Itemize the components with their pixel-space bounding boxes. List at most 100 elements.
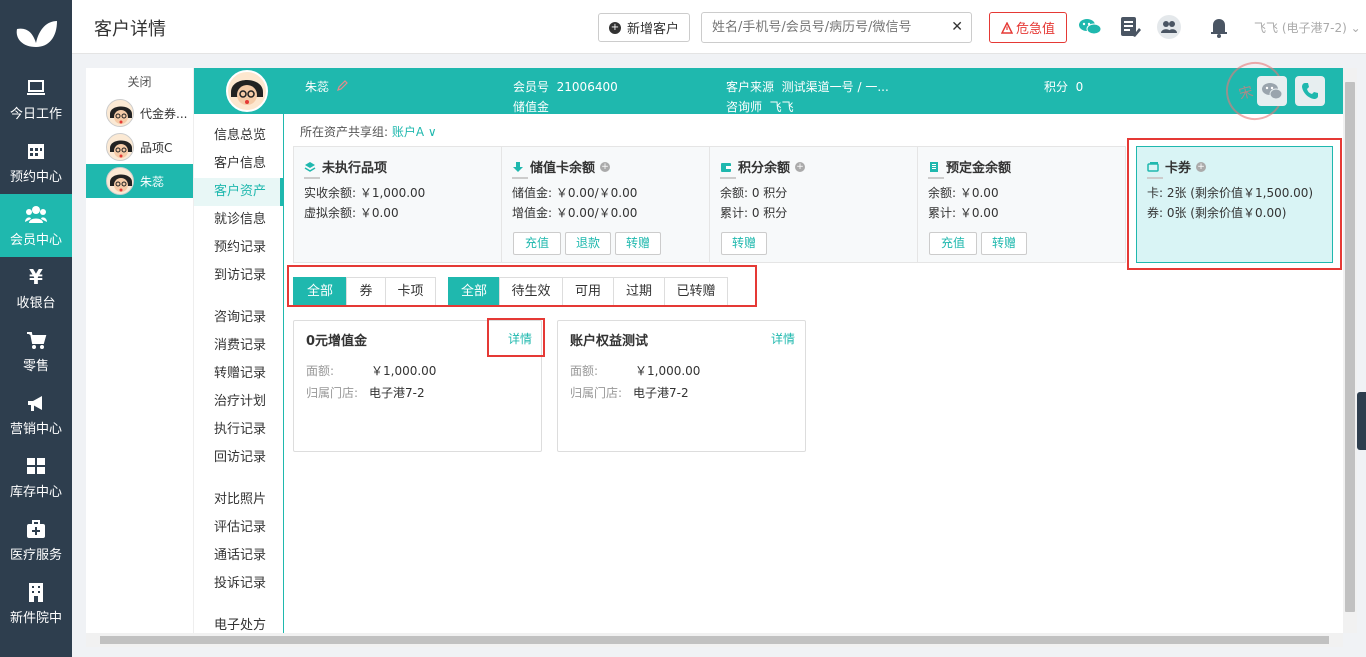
menu-item[interactable]: 投诉记录 xyxy=(194,570,283,598)
logo xyxy=(0,0,72,68)
customer-tab[interactable]: 品项C xyxy=(86,130,193,164)
refund-button[interactable]: 退款 xyxy=(565,232,611,255)
nav-cashier[interactable]: ¥ 收银台 xyxy=(0,257,72,320)
add-icon[interactable]: + xyxy=(600,161,611,172)
search-input[interactable] xyxy=(702,13,937,42)
nav-label: 库存中心 xyxy=(9,485,62,500)
customer-name: 朱蕊 xyxy=(305,80,330,94)
nav-appointment[interactable]: 预约中心 xyxy=(0,131,72,194)
nav-medical[interactable]: 医疗服务 xyxy=(0,509,72,572)
highlight-box xyxy=(287,265,757,307)
nav-today-work[interactable]: 今日工作 xyxy=(0,68,72,131)
customer-tab-label: 朱蕊 xyxy=(140,174,165,189)
recharge-button[interactable]: 充值 xyxy=(513,232,561,255)
title-underline xyxy=(304,177,320,179)
wechat-icon[interactable] xyxy=(1077,14,1103,40)
nav-inventory[interactable]: 库存中心 xyxy=(0,446,72,509)
card-line: 虚拟余额: ￥0.00 xyxy=(304,206,399,220)
menu-item[interactable]: 对比照片 xyxy=(194,486,283,514)
scroll-thumb[interactable] xyxy=(1345,82,1355,612)
warning-icon xyxy=(1000,21,1013,34)
card-line: 余额: ￥0.00 xyxy=(928,186,999,200)
points-value: 0 xyxy=(1075,80,1084,94)
transfer-button[interactable]: 转赠 xyxy=(981,232,1027,255)
scroll-thumb[interactable] xyxy=(100,636,1329,644)
menu-item[interactable]: 预约记录 xyxy=(194,234,283,262)
chevron-down-icon: ⌄ xyxy=(1350,21,1361,35)
nav-marketing[interactable]: 营销中心 xyxy=(0,383,72,446)
nav-label: 新件院中 xyxy=(9,611,62,626)
customer-tabs: 关闭 代金券... 品项C 朱蕊 xyxy=(86,68,194,633)
title-underline xyxy=(512,177,528,179)
laptop-icon xyxy=(27,80,45,95)
bell-icon[interactable] xyxy=(1206,14,1232,40)
card-line: 增值金: ￥0.00/￥0.00 xyxy=(512,206,638,220)
wallet-icon xyxy=(721,162,731,172)
avatar xyxy=(106,167,134,195)
title-underline xyxy=(928,177,944,179)
highlight-box xyxy=(1127,138,1342,270)
menu-item[interactable]: 转赠记录 xyxy=(194,360,283,388)
left-nav: 今日工作 预约中心 会员中心 ¥ 收银台 零售 营销中心 库存中心 医疗服务 新… xyxy=(0,0,72,657)
medkit-icon xyxy=(27,520,45,538)
menu-item[interactable]: 信息总览 xyxy=(194,122,283,150)
phone-button[interactable] xyxy=(1295,76,1325,106)
menu-item[interactable]: 就诊信息 xyxy=(194,206,283,234)
danger-value-button[interactable]: 危急值 xyxy=(989,12,1067,43)
new-customer-button[interactable]: + 新增客户 xyxy=(598,13,690,42)
plus-icon: + xyxy=(608,21,621,34)
menu-item[interactable]: 治疗计划 xyxy=(194,388,283,416)
edit-icon[interactable] xyxy=(337,80,348,91)
side-panel-handle[interactable] xyxy=(1357,392,1366,450)
detail-menu: 信息总览 客户信息 客户资产 就诊信息 预约记录 到访记录 咨询记录 消费记录 … xyxy=(194,114,284,633)
customer-banner: 朱蕊 会员号 21006400 储值金 客户来源 测试渠道一号 / 一... 咨… xyxy=(194,55,1343,127)
cart-icon xyxy=(27,332,47,349)
customer-tab[interactable]: 代金券... xyxy=(86,96,193,130)
horizontal-scrollbar[interactable] xyxy=(86,633,1343,647)
menu-item[interactable]: 执行记录 xyxy=(194,416,283,444)
menu-item[interactable]: 评估记录 xyxy=(194,514,283,542)
menu-item-active[interactable]: 客户资产 xyxy=(194,178,283,206)
voucher-card: 账户权益测试 详情 面额: ￥1,000.00 归属门店: 电子港7-2 xyxy=(557,320,806,452)
nav-member-center[interactable]: 会员中心 xyxy=(0,194,72,257)
voucher-detail-link[interactable]: 详情 xyxy=(771,330,795,347)
new-customer-label: 新增客户 xyxy=(626,22,679,37)
wechat-button[interactable] xyxy=(1257,76,1287,106)
menu-item[interactable]: 消费记录 xyxy=(194,332,283,360)
menu-item[interactable]: 电子处方 xyxy=(194,612,283,633)
recharge-button[interactable]: 充值 xyxy=(929,232,977,255)
user-group-icon[interactable] xyxy=(1156,14,1182,40)
menu-item[interactable]: 通话记录 xyxy=(194,542,283,570)
member-no: 21006400 xyxy=(556,80,618,94)
current-user[interactable]: 飞飞 (电子港7-2) ⌄ xyxy=(1254,19,1361,36)
customer-avatar xyxy=(226,70,268,112)
notes-icon[interactable] xyxy=(1117,14,1143,40)
menu-item[interactable]: 回访记录 xyxy=(194,444,283,472)
close-button[interactable]: 关闭 xyxy=(86,68,193,96)
nav-hospital[interactable]: 新件院中 xyxy=(0,572,72,635)
vertical-scrollbar[interactable] xyxy=(1343,68,1357,633)
nav-retail[interactable]: 零售 xyxy=(0,320,72,383)
face-label: 面额: xyxy=(306,364,335,378)
clear-icon[interactable]: ✕ xyxy=(951,19,963,35)
transfer-button[interactable]: 转赠 xyxy=(615,232,661,255)
source-label: 客户来源 xyxy=(726,80,775,94)
card-title: 储值卡余额 xyxy=(530,161,596,176)
transfer-button[interactable]: 转赠 xyxy=(721,232,767,255)
menu-item[interactable]: 客户信息 xyxy=(194,150,283,178)
title-underline xyxy=(720,177,736,179)
store-label: 归属门店: xyxy=(306,386,359,400)
danger-label: 危急值 xyxy=(1015,22,1055,37)
face-label: 面额: xyxy=(570,364,599,378)
phone-icon xyxy=(1302,83,1318,99)
megaphone-icon xyxy=(28,396,42,411)
add-icon[interactable]: + xyxy=(795,161,806,172)
points-label: 积分 xyxy=(1044,80,1069,94)
asset-group-select[interactable]: 账户A ∨ xyxy=(392,125,437,139)
menu-item[interactable]: 到访记录 xyxy=(194,262,283,290)
users-icon xyxy=(25,206,47,223)
app: 今日工作 预约中心 会员中心 ¥ 收银台 零售 营销中心 库存中心 医疗服务 新… xyxy=(0,0,1366,657)
customer-tab[interactable]: 朱蕊 xyxy=(86,164,193,198)
menu-item[interactable]: 咨询记录 xyxy=(194,304,283,332)
asset-cards: 未执行品项 实收余额: ￥1,000.00 虚拟余额: ￥0.00 储值卡余额 +… xyxy=(293,138,1342,270)
